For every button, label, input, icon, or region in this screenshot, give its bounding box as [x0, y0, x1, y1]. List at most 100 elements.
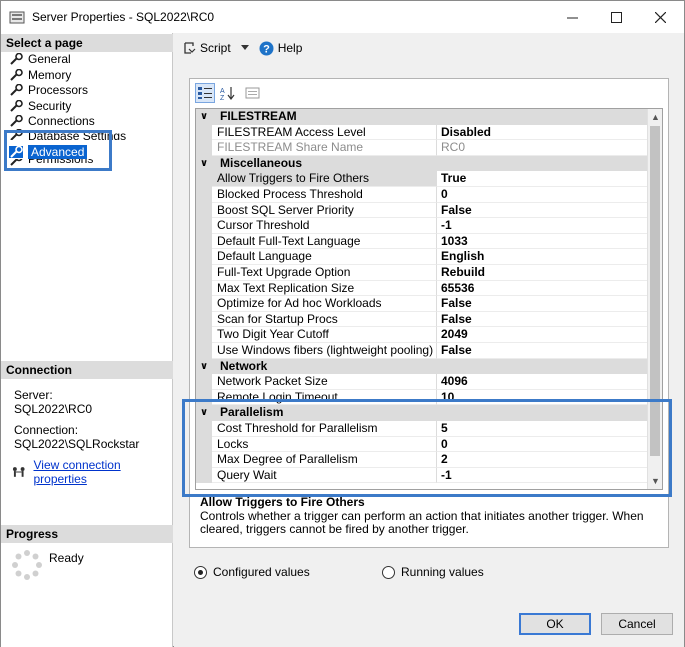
collapse-chevron-icon[interactable]: ∨ [200, 109, 208, 124]
property-name: Blocked Process Threshold [212, 187, 437, 203]
property-row[interactable]: Scan for Startup Procs False [196, 311, 649, 328]
wrench-icon [10, 68, 23, 81]
page-item-memory[interactable]: Memory [9, 67, 71, 82]
property-value[interactable]: 0 [437, 187, 649, 203]
property-value[interactable]: True [437, 171, 649, 187]
page-item-connections[interactable]: Connections [9, 113, 95, 128]
grid-toolbar: A Z [195, 83, 263, 103]
row-gutter [196, 202, 212, 219]
property-pages-icon [245, 87, 260, 99]
property-value[interactable]: 4096 [437, 374, 649, 390]
script-dropdown-button[interactable] [240, 45, 249, 51]
row-gutter [196, 218, 212, 234]
script-button[interactable]: Script [182, 41, 231, 55]
property-value[interactable]: False [437, 312, 649, 328]
property-row[interactable]: FILESTREAM Share Name RC0 [196, 140, 649, 156]
property-value[interactable]: -1 [437, 218, 649, 234]
property-row[interactable]: Boost SQL Server Priority False [196, 202, 649, 219]
configured-values-label: Configured values [213, 565, 310, 579]
property-value[interactable]: English [437, 249, 649, 265]
property-value[interactable]: False [437, 203, 649, 219]
collapse-chevron-icon[interactable]: ∨ [200, 156, 208, 171]
row-gutter [196, 249, 212, 265]
property-value[interactable]: 65536 [437, 281, 649, 297]
category-network[interactable]: ∨ Network [196, 358, 649, 375]
cancel-button[interactable]: Cancel [601, 613, 673, 635]
property-value[interactable]: Disabled [437, 125, 649, 141]
property-row[interactable]: Max Text Replication Size 65536 [196, 280, 649, 297]
property-name: FILESTREAM Access Level [212, 124, 437, 141]
progress-header: Progress [1, 525, 173, 543]
page-item-general[interactable]: General [9, 51, 71, 66]
property-value[interactable]: False [437, 343, 649, 359]
page-item-security[interactable]: Security [9, 98, 71, 113]
wrench-icon [10, 99, 23, 112]
property-row[interactable]: Blocked Process Threshold 0 [196, 187, 649, 203]
row-gutter [196, 296, 212, 312]
property-row[interactable]: Two Digit Year Cutoff 2049 [196, 327, 649, 343]
advanced-highlight-box [4, 130, 112, 171]
property-row[interactable]: Network Packet Size 4096 [196, 374, 649, 390]
svg-text:?: ? [263, 43, 270, 55]
help-label: Help [277, 41, 303, 55]
running-values-radio[interactable] [382, 565, 395, 579]
minimize-button[interactable] [550, 1, 595, 33]
ok-button[interactable]: OK [519, 613, 591, 635]
property-row[interactable]: Use Windows fibers (lightweight pooling)… [196, 343, 649, 359]
row-gutter [196, 140, 212, 156]
property-row[interactable]: Allow Triggers to Fire Others True [196, 171, 649, 187]
property-row[interactable]: Default Full-Text Language 1033 [196, 233, 649, 250]
property-row[interactable]: FILESTREAM Access Level Disabled [196, 124, 649, 141]
property-row[interactable]: Full-Text Upgrade Option Rebuild [196, 265, 649, 281]
configured-values-option[interactable]: Configured values [194, 565, 310, 579]
category-name: Miscellaneous [220, 155, 303, 170]
view-connection-properties-link[interactable]: View connection properties [33, 458, 172, 486]
property-value[interactable]: RC0 [437, 140, 649, 156]
svg-text:A: A [220, 88, 225, 95]
property-value[interactable]: 1033 [437, 234, 649, 250]
connection-value: SQL2022\SQLRockstar [14, 437, 140, 451]
property-row[interactable]: Optimize for Ad hoc Workloads False [196, 296, 649, 312]
chevron-down-icon [240, 45, 249, 50]
property-name: Network Packet Size [212, 374, 437, 390]
page-item-label: Processors [28, 82, 89, 97]
page-item-processors[interactable]: Processors [9, 82, 88, 97]
progress-spinner-icon [12, 550, 42, 580]
toolbar: Script ? Help [174, 33, 684, 63]
row-gutter [196, 327, 212, 343]
configured-values-radio[interactable] [194, 565, 207, 579]
description-title: Allow Triggers to Fire Others [200, 495, 365, 509]
connection-properties-icon [12, 467, 25, 477]
category-miscellaneous[interactable]: ∨ Miscellaneous [196, 155, 649, 172]
minimize-icon [567, 17, 578, 18]
alphabetical-view-button[interactable]: A Z [217, 83, 237, 103]
left-pane: Select a page General Memory Processors Sec… [1, 33, 173, 647]
property-name: FILESTREAM Share Name [212, 140, 437, 156]
property-value[interactable]: 2049 [437, 327, 649, 343]
maximize-button[interactable] [594, 1, 639, 33]
help-button[interactable]: ? Help [259, 41, 303, 56]
scroll-up-icon[interactable]: ▲ [648, 109, 662, 125]
categorized-view-button[interactable] [195, 83, 215, 103]
property-name: Cursor Threshold [212, 218, 437, 234]
property-name: Allow Triggers to Fire Others [212, 171, 437, 187]
wrench-icon [10, 52, 23, 65]
close-button[interactable] [638, 1, 683, 33]
category-name: Network [220, 358, 268, 373]
page-item-label: Security [28, 98, 72, 113]
page-item-label: General [28, 51, 71, 66]
categorized-icon [198, 87, 212, 99]
property-row[interactable]: Cursor Threshold -1 [196, 218, 649, 234]
category-filestream[interactable]: ∨ FILESTREAM [196, 109, 649, 125]
running-values-option[interactable]: Running values [382, 565, 484, 579]
property-value[interactable]: Rebuild [437, 265, 649, 281]
server-app-icon [9, 11, 25, 24]
property-value[interactable]: False [437, 296, 649, 312]
property-row[interactable]: Default Language English [196, 249, 649, 265]
property-name: Default Language [212, 249, 437, 265]
property-pages-button[interactable] [243, 83, 263, 103]
sort-alphabetical-icon: A Z [220, 87, 235, 100]
property-name: Max Text Replication Size [212, 280, 437, 297]
script-label: Script [200, 41, 231, 55]
collapse-chevron-icon[interactable]: ∨ [200, 359, 208, 374]
